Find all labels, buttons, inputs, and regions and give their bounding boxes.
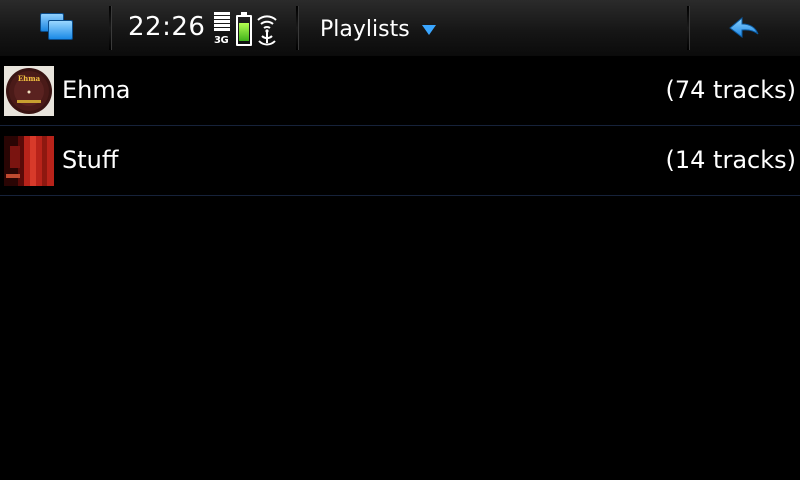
playlist-name: Ehma [62,76,131,104]
playlist-list: Ehma Ehma (74 tracks) Stuff (14 tracks) [0,56,800,196]
signal-strength-icon: 3G [214,12,232,46]
cover-label: Ehma [18,74,41,83]
track-count: (74 tracks) [665,76,796,104]
page-title: Playlists [320,16,410,42]
playlist-name: Stuff [62,146,119,174]
battery-icon [236,12,252,46]
album-cover-stuff-icon [4,136,54,186]
statusbar-separator [296,6,299,50]
wifi-icon [255,10,279,46]
dropdown-arrow-icon [421,25,436,35]
statusbar-separator [109,6,112,50]
status-bar: 22:26 3G Playlists [0,0,800,56]
list-item[interactable]: Stuff (14 tracks) [0,126,800,196]
playlists-menu-button[interactable]: Playlists [320,14,436,44]
clock: 22:26 [128,12,206,42]
task-switcher-icon[interactable] [28,8,88,48]
list-item[interactable]: Ehma Ehma (74 tracks) [0,56,800,126]
back-arrow-icon [729,16,759,38]
track-count: (14 tracks) [665,146,796,174]
album-cover-ehma-icon: Ehma [4,66,54,116]
back-button[interactable] [716,12,772,44]
network-type-label: 3G [214,35,229,46]
statusbar-separator [687,6,690,50]
